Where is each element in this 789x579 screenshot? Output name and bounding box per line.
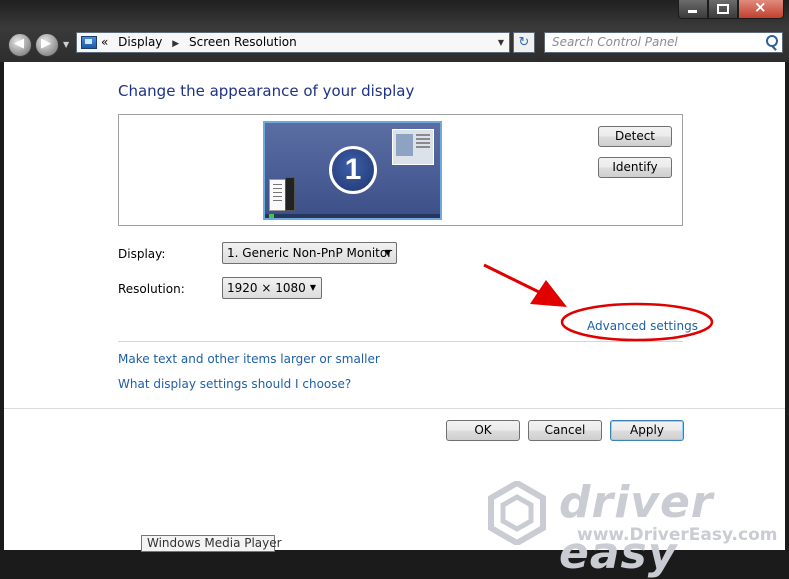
watermark: driver easy www.DriverEasy.com xyxy=(487,477,785,579)
display-settings-help-link[interactable]: What display settings should I choose? xyxy=(118,377,351,391)
resolution-select[interactable]: 1920 × 1080 ▼ xyxy=(222,277,322,299)
window-controls: × xyxy=(678,0,784,19)
breadcrumb-display[interactable]: Display xyxy=(118,35,162,49)
advanced-settings-link[interactable]: Advanced settings xyxy=(587,319,698,333)
search-icon[interactable] xyxy=(766,35,778,47)
recent-pages-dropdown-icon[interactable]: ▼ xyxy=(63,40,69,49)
apply-button[interactable]: Apply xyxy=(610,420,684,441)
title-bar: × ◀ ▶ ▼ « Display ▶ Screen Resolution ▼ … xyxy=(0,0,789,62)
maximize-icon xyxy=(717,4,729,14)
back-arrow-icon: ◀ xyxy=(14,36,24,51)
watermark-url: www.DriverEasy.com xyxy=(577,525,778,545)
display-label: Display: xyxy=(118,247,166,261)
refresh-button[interactable]: ↻ xyxy=(513,32,535,53)
address-dropdown-icon[interactable]: ▼ xyxy=(498,38,504,47)
resolution-select-value: 1920 × 1080 xyxy=(227,281,306,295)
control-panel-icon xyxy=(81,36,97,49)
footer-divider xyxy=(4,408,785,409)
computer-tower-icon xyxy=(285,177,295,211)
minimize-icon xyxy=(688,10,697,13)
display-select-value: 1. Generic Non-PnP Monitor xyxy=(227,246,393,260)
monitor-number-badge: 1 xyxy=(329,146,377,194)
breadcrumb-screen-resolution[interactable]: Screen Resolution xyxy=(189,35,297,49)
breadcrumb-separator-icon[interactable]: ▶ xyxy=(172,39,179,49)
search-box[interactable]: Search Control Panel xyxy=(544,32,783,53)
display-select[interactable]: 1. Generic Non-PnP Monitor ▼ xyxy=(222,242,397,264)
driver-easy-logo-icon xyxy=(488,481,546,545)
divider xyxy=(118,341,683,342)
breadcrumb: « Display ▶ Screen Resolution xyxy=(101,35,303,49)
mini-taskbar xyxy=(265,214,440,218)
address-bar[interactable]: « Display ▶ Screen Resolution ▼ xyxy=(76,32,510,53)
page-title: Change the appearance of your display xyxy=(118,82,415,100)
monitor-1-preview[interactable]: 1 xyxy=(263,121,442,220)
maximize-button[interactable] xyxy=(708,0,738,19)
breadcrumb-chevrons[interactable]: « xyxy=(101,35,108,49)
minimize-button[interactable] xyxy=(678,0,708,19)
text-size-link[interactable]: Make text and other items larger or smal… xyxy=(118,352,380,366)
taskbar-tooltip: Windows Media Player xyxy=(141,535,282,552)
close-button[interactable]: × xyxy=(738,0,784,19)
detect-button[interactable]: Detect xyxy=(598,126,672,147)
identify-button[interactable]: Identify xyxy=(598,157,672,178)
refresh-icon: ↻ xyxy=(518,35,530,50)
chevron-down-icon: ▼ xyxy=(309,283,316,292)
search-input[interactable]: Search Control Panel xyxy=(552,35,678,49)
forward-arrow-icon: ▶ xyxy=(41,36,51,51)
mini-start-icon xyxy=(269,214,274,218)
monitor-arrangement-panel: 1 Detect Identify xyxy=(118,114,683,226)
window-thumbnail-icon xyxy=(392,129,434,165)
resolution-label: Resolution: xyxy=(118,282,185,296)
close-icon: × xyxy=(754,0,767,16)
chevron-down-icon: ▼ xyxy=(384,248,391,257)
ok-button[interactable]: OK xyxy=(446,420,520,441)
forward-button[interactable]: ▶ xyxy=(35,33,59,57)
back-button[interactable]: ◀ xyxy=(8,33,32,57)
cancel-button[interactable]: Cancel xyxy=(528,420,602,441)
